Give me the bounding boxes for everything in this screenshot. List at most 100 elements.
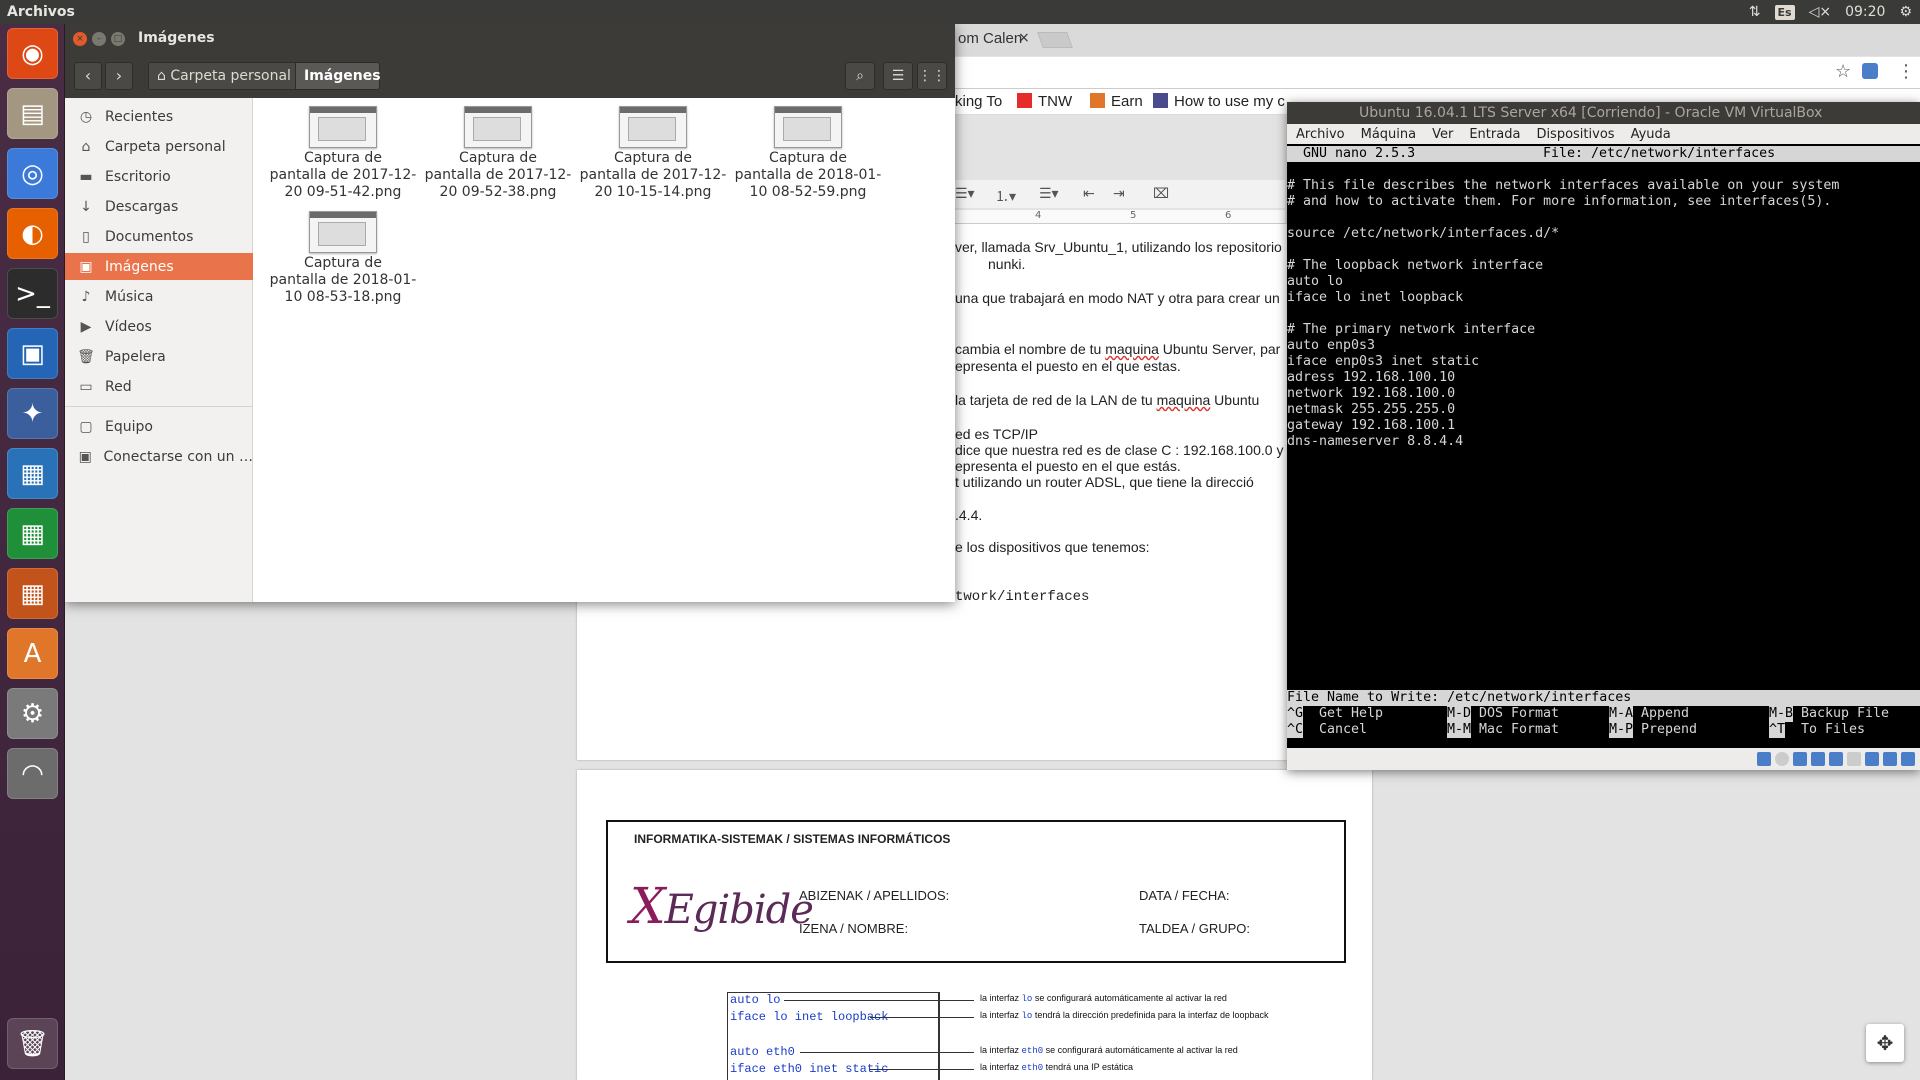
search-icon[interactable]: ⌕ [845,62,875,90]
doc-line: epresenta el puesto en el que estás. [955,458,1181,474]
writer-sidebar-toggle-icon[interactable]: ✥ [1866,1024,1904,1062]
bookmark-item[interactable]: TNW [1017,93,1072,110]
file-name-line: 20 10-15-14.png [594,184,712,200]
forward-arrow-icon[interactable]: › [105,62,133,90]
diagram-code: iface lo inet loopback [730,1010,889,1024]
writer-ruler: 4 5 6 [955,210,1285,224]
sidebar-item[interactable]: ◷ Recientes [65,103,253,130]
clock[interactable]: 09:20 [1845,4,1885,20]
writer-icon[interactable]: ▦ [7,448,58,499]
bookmark-item[interactable]: Earn [1090,93,1143,110]
session-gear-icon[interactable]: ⚙ [1899,4,1912,20]
file-manager-toolbar: ‹ › ⌂ Carpeta personal Imágenes ⌕ ☰ ⋮⋮ [65,54,955,98]
sidebar-item-label: Imágenes [105,258,174,275]
shutter-icon[interactable]: ✦ [7,388,58,439]
bookmark-item[interactable]: How to use my c [1153,93,1285,110]
virtualbox-icon[interactable]: ▣ [7,328,58,379]
sidebar-item[interactable]: ▣ Imágenes [65,253,253,280]
thumbnail-bar [775,107,841,113]
note-text: la interfaz [980,1062,1022,1072]
ubuntu-dash-icon[interactable]: ◉ [7,28,58,79]
calc-icon[interactable]: ▦ [7,508,58,559]
file-item[interactable]: Captura de pantalla de 2018-01- 10 08-52-5… [733,100,883,201]
capture-icon[interactable] [1883,752,1897,766]
vbox-title[interactable]: Ubuntu 16.04.1 LTS Server x64 [Corriendo… [1287,102,1920,124]
numbered-list-icon[interactable]: ⒈▾ [995,186,1016,206]
increase-indent-icon[interactable]: ⇥ [1113,186,1125,202]
sidebar-item[interactable]: 🗑 Papelera [65,343,253,370]
chrome-address-bar[interactable]: ☆ ⋮ [955,57,1920,89]
bullet-list-icon[interactable]: ☰▾ [955,186,975,202]
usb-icon[interactable] [1829,752,1843,766]
files-icon[interactable]: ▤ [7,88,58,139]
close-icon[interactable]: × [73,32,87,46]
file-item[interactable]: Captura de pantalla de 2017-12- 20 09-51-4… [268,100,418,201]
firefox-icon[interactable]: ◐ [7,208,58,259]
chrome-new-tab-button[interactable] [1037,32,1073,48]
chrome-tab-close-icon[interactable]: × [1018,30,1030,46]
keyboard-layout-indicator[interactable]: Es [1774,4,1795,20]
file-item[interactable]: Captura de pantalla de 2017-12- 20 09-52-3… [423,100,573,201]
nano-prompt[interactable]: File Name to Write: /etc/network/interfa… [1287,690,1920,706]
indicator-area: ⇅ Es ◁× 09:20 ⚙ [1749,0,1920,24]
sidebar-item[interactable]: ▭ Red [65,373,253,400]
impress-icon[interactable]: ▦ [7,568,58,619]
vm-screen[interactable]: GNU nano 2.5.3 File: /etc/network/interfa… [1287,144,1920,748]
file-item[interactable]: Captura de pantalla de 2017-12- 20 10-15-1… [578,100,728,201]
display-icon[interactable] [1865,752,1879,766]
network-icon[interactable]: ◠ [7,748,58,799]
path-current-button[interactable]: Imágenes [295,62,381,90]
host-key-icon[interactable] [1901,752,1915,766]
trash-icon[interactable]: 🗑 [7,1018,58,1069]
system-settings-icon[interactable]: ⚙ [7,688,58,739]
terminal-icon[interactable]: >_ [7,268,58,319]
file-name-line: pantalla de 2018-01- [734,167,882,183]
sidebar-item[interactable]: ▯ Documentos [65,223,253,250]
unordered-list-icon[interactable]: ☰▾ [1039,186,1059,202]
extension-icon[interactable] [1862,63,1878,79]
doc-text-span: Ubuntu Server, par [1158,341,1281,357]
software-center-icon[interactable]: A [7,628,58,679]
file-name-line: pantalla de 2018-01- [269,272,417,288]
minimize-icon[interactable]: – [92,32,106,46]
sidebar-item[interactable]: ▢ Equipo [65,413,253,440]
hdd-icon[interactable] [1757,752,1771,766]
shortcut-key: ^C [1287,722,1304,738]
doc-text-span: maquina [1156,392,1211,408]
vbox-menu-entrada[interactable]: Entrada [1469,127,1520,142]
chrome-tab-title[interactable]: om Calen [958,30,1022,47]
list-view-icon[interactable]: ☰ [883,62,913,90]
chrome-icon[interactable]: ◎ [7,148,58,199]
sound-muted-icon[interactable]: ◁× [1809,4,1832,20]
bookmark-star-icon[interactable]: ☆ [1835,61,1851,82]
network-transfer-icon[interactable]: ⇅ [1749,4,1761,20]
file-item[interactable]: Captura de pantalla de 2018-01- 10 08-53-1… [268,205,418,306]
terminal-line: auto lo [1287,274,1344,289]
sidebar-item[interactable]: ▶ Vídeos [65,313,253,340]
decrease-indent-icon[interactable]: ⇤ [1083,186,1095,202]
bookmark-item[interactable]: king To [955,93,1002,110]
sidebar-item[interactable]: ▬ Escritorio [65,163,253,190]
sidebar-item[interactable]: ↓ Descargas [65,193,253,220]
file-manager-titlebar[interactable]: × – □ Imágenes [65,24,955,54]
doc-line: e los dispositivos que tenemos: [955,539,1150,555]
sidebar-item[interactable]: ▣ Conectarse con un … [65,443,253,470]
vbox-menu-ayuda[interactable]: Ayuda [1631,127,1671,142]
chrome-menu-icon[interactable]: ⋮ [1897,61,1915,82]
shared-folder-icon[interactable] [1847,752,1861,766]
vbox-menu-ver[interactable]: Ver [1432,127,1453,142]
path-home-button[interactable]: ⌂ Carpeta personal [148,62,296,90]
network-status-icon[interactable] [1811,752,1825,766]
optical-drive-icon[interactable] [1775,752,1789,766]
vbox-menu-maquina[interactable]: Máquina [1361,127,1417,142]
clear-formatting-icon[interactable]: ⌧ [1153,186,1169,202]
sidebar-item[interactable]: ♪ Música [65,283,253,310]
note-code: lo [1021,994,1033,1004]
audio-icon[interactable] [1793,752,1807,766]
sidebar-item[interactable]: ⌂ Carpeta personal [65,133,253,160]
vbox-menu-archivo[interactable]: Archivo [1296,127,1345,142]
back-arrow-icon[interactable]: ‹ [74,62,102,90]
grid-view-icon[interactable]: ⋮⋮ [917,62,947,90]
maximize-icon[interactable]: □ [111,32,125,46]
vbox-menu-dispositivos[interactable]: Dispositivos [1536,127,1614,142]
